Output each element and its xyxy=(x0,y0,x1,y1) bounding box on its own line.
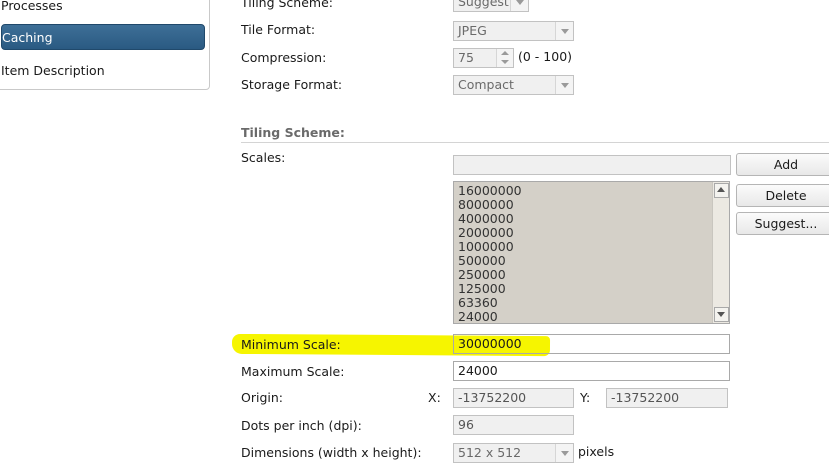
scroll-down-icon[interactable] xyxy=(714,307,729,322)
tiling-scheme-select[interactable]: Suggest xyxy=(453,0,529,12)
list-item[interactable]: 1000000 xyxy=(458,240,514,254)
tiling-scheme-section-title: Tiling Scheme: xyxy=(241,125,345,140)
dimensions-select[interactable]: 512 x 512 xyxy=(453,443,574,463)
origin-y-input[interactable]: -13752200 xyxy=(606,388,728,408)
compression-hint: (0 - 100) xyxy=(518,49,573,64)
sidebar-item-caching[interactable]: Caching xyxy=(1,24,205,50)
compression-value: 75 xyxy=(458,50,474,65)
list-item[interactable]: 4000000 xyxy=(458,212,514,226)
sidebar-item-processes[interactable]: Processes xyxy=(1,0,205,19)
list-item[interactable]: 125000 xyxy=(458,282,506,296)
sidebar: Processes Caching Item Description xyxy=(0,0,210,90)
dpi-input[interactable]: 96 xyxy=(453,415,574,435)
suggest-button[interactable]: Suggest... xyxy=(736,212,829,235)
minimum-scale-input[interactable]: 30000000 xyxy=(453,334,730,354)
section-divider xyxy=(241,142,829,143)
scrollbar[interactable] xyxy=(712,182,729,323)
tile-format-select[interactable]: JPEG xyxy=(453,21,574,41)
list-item[interactable]: 63360 xyxy=(458,296,498,310)
storage-format-label: Storage Format: xyxy=(241,77,343,92)
origin-x-label: X: xyxy=(428,390,441,405)
sidebar-item-label: Caching xyxy=(2,30,53,45)
tile-format-label: Tile Format: xyxy=(241,22,316,37)
storage-format-value: Compact xyxy=(458,77,514,92)
dimensions-label: Dimensions (width x height): xyxy=(241,445,422,460)
origin-label: Origin: xyxy=(241,390,283,405)
list-item[interactable]: 24000 xyxy=(458,310,498,324)
sidebar-item-label: Processes xyxy=(1,0,63,13)
dimensions-unit: pixels xyxy=(578,444,615,459)
delete-button[interactable]: Delete xyxy=(736,184,829,207)
scales-listbox[interactable]: 16000000 8000000 4000000 2000000 1000000… xyxy=(453,181,730,324)
chevron-down-icon xyxy=(510,0,528,11)
origin-x-input[interactable]: -13752200 xyxy=(453,388,574,408)
scroll-up-icon[interactable] xyxy=(714,183,729,198)
storage-format-select[interactable]: Compact xyxy=(453,75,574,95)
scale-input[interactable] xyxy=(453,155,731,175)
chevron-down-icon xyxy=(555,22,573,40)
maximum-scale-input[interactable]: 24000 xyxy=(453,361,730,381)
chevron-down-icon xyxy=(555,444,573,462)
origin-y-label: Y: xyxy=(580,390,591,405)
list-item[interactable]: 500000 xyxy=(458,254,506,268)
minimum-scale-label: Minimum Scale: xyxy=(241,337,341,352)
sidebar-item-label: Item Description xyxy=(1,63,105,78)
add-button[interactable]: Add xyxy=(736,153,829,176)
compression-label: Compression: xyxy=(241,50,327,65)
compression-stepper[interactable]: 75 xyxy=(453,48,514,68)
dimensions-value: 512 x 512 xyxy=(458,445,522,460)
scales-label: Scales: xyxy=(241,150,286,165)
tile-format-value: JPEG xyxy=(458,23,487,38)
tiling-scheme-label: Tiling Scheme: xyxy=(241,0,333,10)
list-item[interactable]: 2000000 xyxy=(458,226,514,240)
dpi-label: Dots per inch (dpi): xyxy=(241,418,362,433)
list-item[interactable]: 16000000 xyxy=(458,184,522,198)
list-item[interactable]: 8000000 xyxy=(458,198,514,212)
list-item[interactable]: 250000 xyxy=(458,268,506,282)
tiling-scheme-value: Suggest xyxy=(458,0,509,9)
spinner-icon[interactable] xyxy=(496,49,513,67)
chevron-down-icon xyxy=(555,76,573,94)
maximum-scale-label: Maximum Scale: xyxy=(241,364,345,379)
sidebar-item-item-description[interactable]: Item Description xyxy=(1,58,205,84)
